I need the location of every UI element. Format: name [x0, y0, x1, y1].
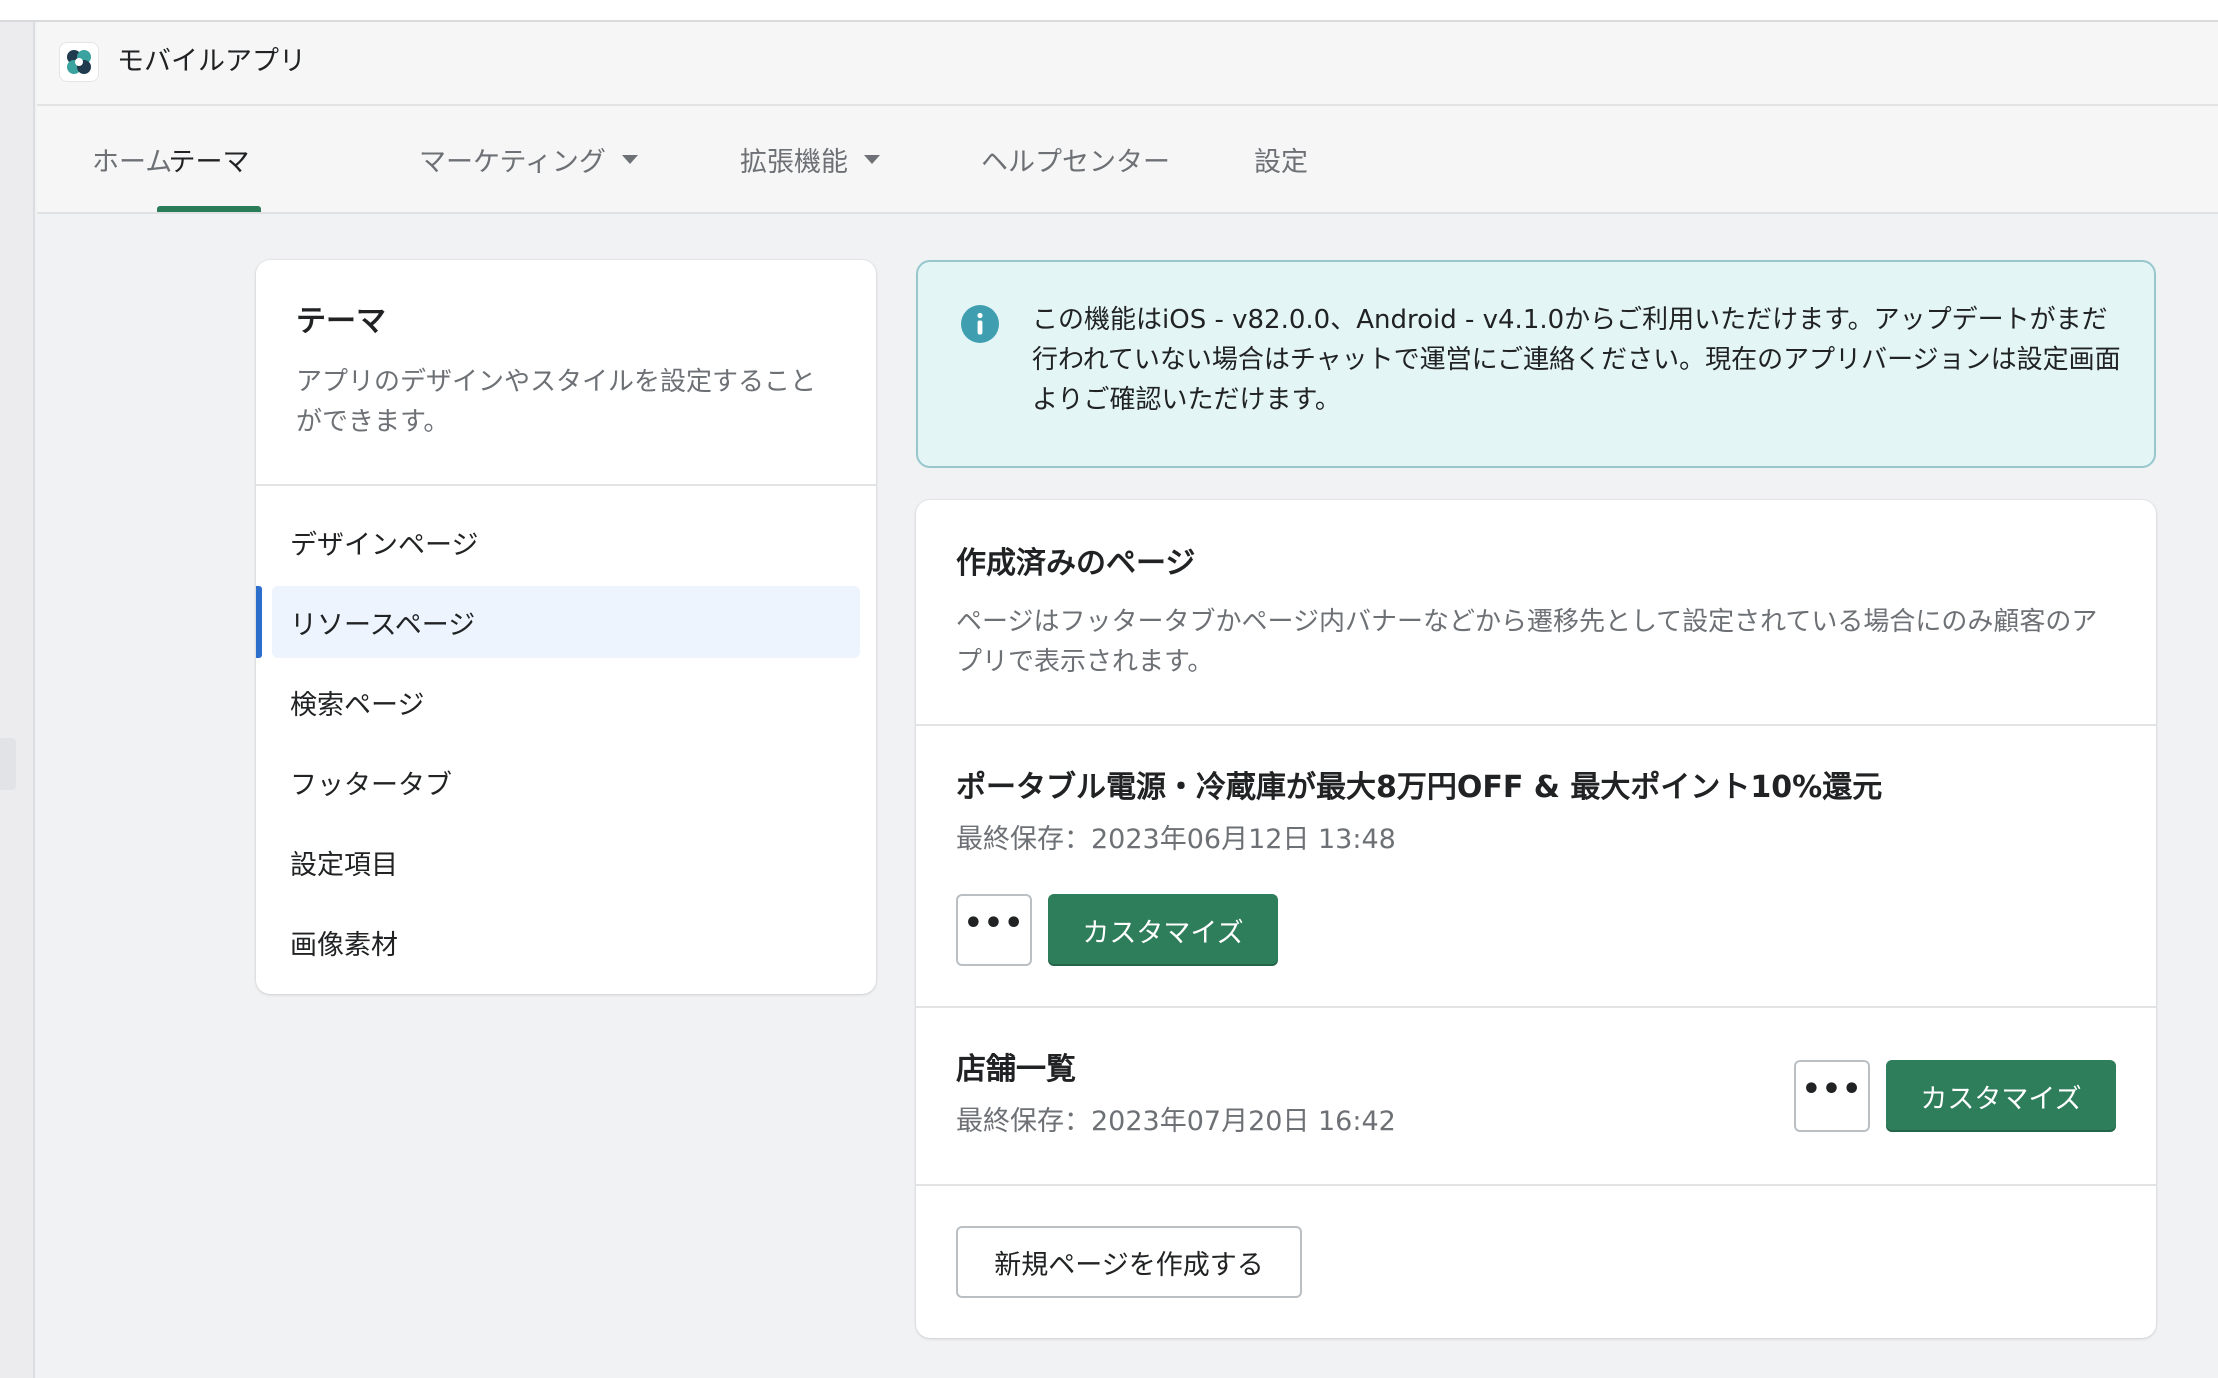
- tab-theme[interactable]: テーマ: [157, 106, 261, 212]
- tab-label: テーマ: [168, 146, 250, 178]
- sidebar-item-footer-tab[interactable]: フッタータブ: [272, 746, 860, 818]
- left-rail-handle[interactable]: [0, 738, 16, 790]
- create-page-button[interactable]: 新規ページを作成する: [956, 1226, 1302, 1298]
- page-row-title: 店舗一覧: [956, 1052, 1076, 1087]
- divider: [916, 724, 2156, 726]
- more-actions-button[interactable]: •••: [956, 894, 1032, 966]
- banner-message: この機能はiOS - v82.0.0、Android - v4.1.0からご利用…: [1032, 305, 2121, 415]
- sidebar-item-label: 設定項目: [290, 849, 398, 881]
- pages-description: ページはフッタータブかページ内バナーなどから遷移先として設定されている場合にのみ…: [956, 607, 2098, 677]
- left-rail: [0, 22, 35, 1378]
- sidebar-item-label: デザインページ: [290, 529, 479, 561]
- divider: [916, 1184, 2156, 1186]
- sidebar-item-label: 画像素材: [290, 929, 398, 961]
- more-horizontal-icon: •••: [1801, 1072, 1863, 1107]
- sidebar-description: アプリのデザインやスタイルを設定することができます。: [296, 367, 817, 437]
- pages-title: 作成済みのページ: [956, 546, 1196, 581]
- info-banner: この機能はiOS - v82.0.0、Android - v4.1.0からご利用…: [916, 260, 2156, 468]
- tab-label: 設定: [1254, 146, 1308, 178]
- active-tab-indicator: [157, 206, 261, 212]
- tab-marketing[interactable]: マーケティング: [419, 106, 638, 212]
- sidebar-item-label: リソースページ: [290, 609, 476, 641]
- customize-button[interactable]: カスタマイズ: [1048, 894, 1278, 966]
- app-logo-icon: [59, 42, 99, 82]
- sidebar-item-search-page[interactable]: 検索ページ: [272, 666, 860, 738]
- app-header: モバイルアプリ: [37, 22, 2218, 106]
- sidebar-item-image-assets[interactable]: 画像素材: [272, 906, 860, 978]
- sidebar-title: テーマ: [296, 304, 386, 339]
- page-row-title: ポータブル電源・冷蔵庫が最大8万円OFF & 最大ポイント10%還元: [956, 770, 1883, 805]
- tab-extensions[interactable]: 拡張機能: [740, 106, 880, 212]
- app-title: モバイルアプリ: [117, 46, 306, 77]
- sidebar-item-label: フッタータブ: [290, 769, 452, 801]
- chevron-down-icon: [864, 154, 880, 164]
- tab-settings[interactable]: 設定: [1254, 106, 1308, 212]
- more-horizontal-icon: •••: [963, 906, 1025, 941]
- theme-sidebar-card: テーマ アプリのデザインやスタイルを設定することができます。 デザインページ リ…: [256, 260, 876, 994]
- sidebar-item-design-page[interactable]: デザインページ: [272, 506, 860, 578]
- chevron-down-icon: [621, 154, 638, 164]
- page-row-saved: 最終保存：2023年07月20日 16:42: [956, 1106, 1396, 1137]
- tab-label: 拡張機能: [740, 146, 848, 178]
- tab-help-center[interactable]: ヘルプセンター: [981, 106, 1170, 212]
- browser-top-bar: [0, 0, 2218, 22]
- more-actions-button[interactable]: •••: [1794, 1060, 1870, 1132]
- tab-label: ヘルプセンター: [981, 146, 1170, 178]
- sidebar-item-settings[interactable]: 設定項目: [272, 826, 860, 898]
- divider: [916, 1006, 2156, 1008]
- divider: [256, 484, 876, 486]
- info-icon: [961, 305, 999, 343]
- sidebar-active-indicator: [256, 586, 262, 658]
- customize-button[interactable]: カスタマイズ: [1886, 1060, 2116, 1132]
- sidebar-item-resource-page[interactable]: リソースページ: [272, 586, 860, 658]
- created-pages-card: 作成済みのページ ページはフッタータブかページ内バナーなどから遷移先として設定さ…: [916, 500, 2156, 1338]
- sidebar-item-label: 検索ページ: [290, 689, 425, 721]
- tab-label: マーケティング: [419, 146, 606, 178]
- main-nav: ホーム テーマ マーケティング 拡張機能 ヘルプセンター 設定: [37, 106, 2218, 214]
- page-row-saved: 最終保存：2023年06月12日 13:48: [956, 824, 1396, 855]
